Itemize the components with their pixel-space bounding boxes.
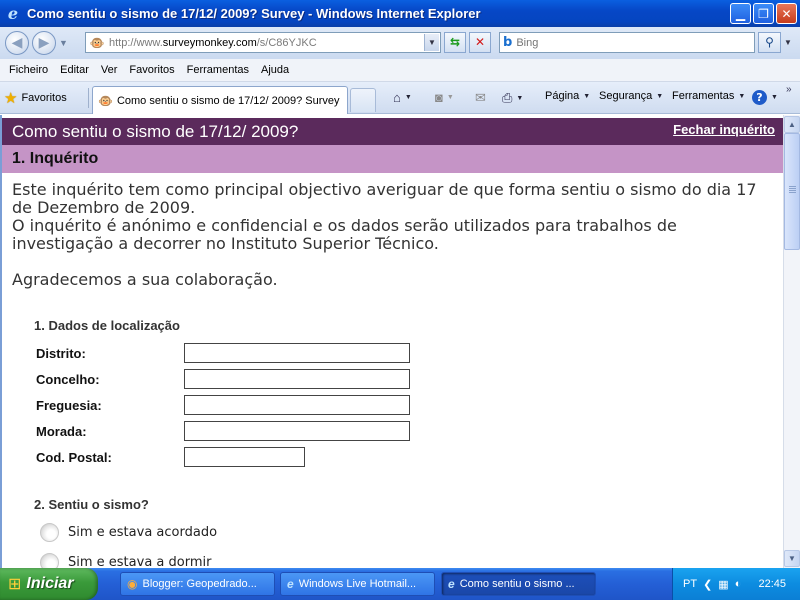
toolbar-overflow-icon[interactable]: » [786,84,792,95]
help-button[interactable]: ? ▼ [752,90,778,105]
help-icon: ? [752,90,767,105]
window-titlebar: e Como sentiu o sismo de 17/12/ 2009? Su… [0,0,800,27]
internet-explorer-icon: e [448,577,455,591]
menu-ajuda[interactable]: Ajuda [255,64,295,76]
page-menu[interactable]: Página ▼ [545,90,590,102]
address-bar[interactable]: 🐵 http://www.surveymonkey.com/s/C86YJKC … [85,32,441,53]
freguesia-input[interactable] [184,395,410,415]
option-asleep[interactable]: Sim e estava a dormir [40,553,211,568]
printer-icon: ⎙ [502,90,513,105]
start-button[interactable]: ⊞ Iniciar [0,568,98,600]
intro-thanks: Agradecemos a sua colaboração. [12,270,278,289]
scroll-down-icon[interactable]: ▼ [784,550,800,567]
windows-flag-icon: ⊞ [8,576,22,593]
home-button[interactable]: ⌂ ▼ [393,90,412,105]
bing-icon: b [503,35,513,50]
minimize-button[interactable]: ▁ [730,3,751,24]
forward-button[interactable]: ▶ [32,31,56,55]
home-icon: ⌂ [393,90,401,105]
morada-input[interactable] [184,421,410,441]
menu-bar: Ficheiro Editar Ver Favoritos Ferramenta… [0,59,800,82]
scroll-up-icon[interactable]: ▲ [784,116,800,133]
mail-icon: ✉ [475,90,486,105]
clock: 22:45 [758,578,786,590]
navigation-bar: ◀ ▶ ▼ 🐵 http://www.surveymonkey.com/s/C8… [0,27,800,59]
survey-header: Como sentiu o sismo de 17/12/ 2009? Fech… [2,118,783,145]
toolbar-divider [88,88,89,108]
star-icon: ★ [4,90,18,107]
survey-title: Como sentiu o sismo de 17/12/ 2009? [12,121,299,141]
page-title-band: 1. Inquérito [2,145,783,173]
taskbar: ⊞ Iniciar ◉ Blogger: Geopedrado... e Win… [0,568,800,600]
maximize-button[interactable]: ❐ [753,3,774,24]
search-input[interactable] [516,36,717,49]
search-button[interactable]: ⚲ [758,32,781,53]
radio-button[interactable] [40,553,59,568]
tools-menu[interactable]: Ferramentas ▼ [672,90,745,102]
rss-feed-icon: ◙ [435,90,443,105]
refresh-button[interactable]: ⇆ [444,32,466,53]
address-url: http://www.surveymonkey.com/s/C86YJKC [109,36,317,49]
menu-ferramentas[interactable]: Ferramentas [181,64,255,76]
window-title: Como sentiu o sismo de 17/12/ 2009? Surv… [27,6,481,21]
network-icon[interactable]: ▦ [718,578,728,591]
safety-menu[interactable]: Segurança ▼ [599,90,663,102]
question-2-title: 2. Sentiu o sismo? [34,497,149,512]
address-dropdown-icon[interactable]: ▼ [424,34,439,51]
field-concelho: Concelho: [36,369,410,389]
feeds-button[interactable]: ◙ ▼ [435,90,454,105]
vertical-scrollbar[interactable]: ▲ ▼ [783,115,800,568]
survey-intro: Este inquérito tem como principal object… [12,181,777,289]
language-indicator[interactable]: PT [683,578,697,590]
radio-button[interactable] [40,523,59,542]
command-bar: ★ Favoritos 🐵 Como sentiu o sismo de 17/… [0,82,800,114]
taskbar-item-survey[interactable]: e Como sentiu o sismo ... [441,572,596,596]
search-box[interactable]: b [499,32,755,53]
page-viewport: Como sentiu o sismo de 17/12/ 2009? Fech… [0,115,783,568]
intro-paragraph: O inquérito é anónimo e confidencial e o… [12,216,677,253]
back-button[interactable]: ◀ [5,31,29,55]
concelho-input[interactable] [184,369,410,389]
question-1-title: 1. Dados de localização [34,318,180,333]
taskbar-item-blogger[interactable]: ◉ Blogger: Geopedrado... [120,572,275,596]
print-button[interactable]: ⎙ ▼ [502,90,523,106]
menu-favoritos[interactable]: Favoritos [123,64,180,76]
surveymonkey-favicon-icon: 🐵 [89,35,105,50]
system-tray: PT ❮ ▦ ◐ 22:45 [672,568,800,600]
mail-button[interactable]: ✉ [475,90,486,106]
menu-editar[interactable]: Editar [54,64,95,76]
cod-postal-input[interactable] [184,447,305,467]
field-morada: Morada: [36,421,410,441]
intro-paragraph: Este inquérito tem como principal object… [12,180,757,217]
stop-button[interactable]: ✕ [469,32,491,53]
option-awake[interactable]: Sim e estava acordado [40,523,217,542]
tab-survey[interactable]: 🐵 Como sentiu o sismo de 17/12/ 2009? Su… [92,86,348,114]
page-title: 1. Inquérito [12,150,99,167]
search-options-dropdown-icon[interactable]: ▼ [782,32,794,53]
history-dropdown-icon[interactable]: ▼ [59,38,69,48]
window-controls: ▁ ❐ ✕ [730,3,797,24]
field-cod-postal: Cod. Postal: [36,447,305,467]
volume-icon[interactable]: ◐ [735,578,742,590]
field-distrito: Distrito: [36,343,410,363]
field-freguesia: Freguesia: [36,395,410,415]
internet-explorer-icon: e [287,577,294,591]
taskbar-item-hotmail[interactable]: e Windows Live Hotmail... [280,572,435,596]
new-tab-button[interactable] [350,88,376,112]
internet-explorer-icon: e [7,3,19,23]
firefox-icon: ◉ [127,577,138,591]
surveymonkey-favicon-icon: 🐵 [98,93,113,108]
close-button[interactable]: ✕ [776,3,797,24]
distrito-input[interactable] [184,343,410,363]
favorites-button[interactable]: ★ Favoritos [4,88,67,108]
menu-ficheiro[interactable]: Ficheiro [3,64,54,76]
menu-ver[interactable]: Ver [95,64,124,76]
tray-arrow-icon[interactable]: ❮ [703,578,712,591]
scroll-thumb[interactable] [784,133,800,250]
exit-survey-link[interactable]: Fechar inquérito [673,122,775,137]
